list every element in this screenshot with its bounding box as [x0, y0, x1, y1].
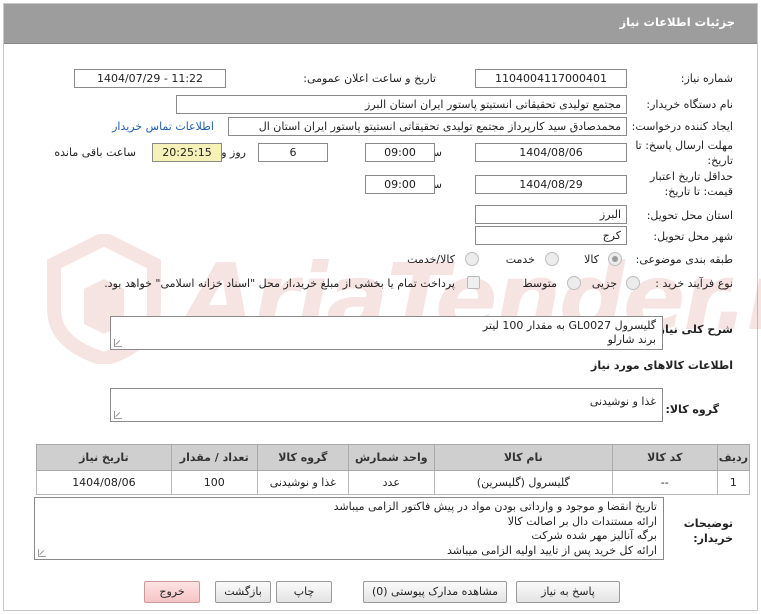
resize-grip-icon[interactable] [38, 549, 46, 557]
category-radio-service[interactable] [545, 252, 559, 266]
reply-button[interactable]: پاسخ به نیاز [516, 581, 620, 603]
header-bar: جزئیات اطلاعات نیاز [4, 4, 757, 44]
goods-group-textarea: غذا و نوشیدنی [110, 388, 663, 422]
treasury-payment-text: پرداخت تمام یا بخشی از مبلغ خرید،از محل … [104, 277, 455, 290]
col-header-unit: واحد شمارش [347, 444, 435, 471]
city-field: کرج [475, 226, 627, 245]
announce-field: 1404/07/29 - 11:22 [74, 69, 226, 88]
deadline-date-field: 1404/08/06 [475, 143, 627, 162]
col-header-date: تاریخ نیاز [36, 444, 172, 471]
deadline-label-2: تاریخ: [707, 154, 733, 167]
validity-label-2: قیمت: تا تاریخ: [664, 185, 733, 198]
notes-label-2: خریدار: [693, 532, 733, 545]
days-label: روز و [221, 146, 246, 159]
cell-group: غذا و نوشیدنی [256, 470, 349, 495]
goods-group-label: گروه کالا: [665, 403, 719, 416]
creator-label: ایجاد کننده درخواست: [631, 120, 733, 133]
days-field: 6 [258, 143, 328, 162]
buyer-field: مجتمع تولیدی تحقیقاتی انستیتو پاستور ایر… [176, 95, 627, 114]
cell-date: 1404/08/06 [36, 470, 172, 495]
cell-unit: عدد [347, 470, 435, 495]
need-number-label: شماره نیاز: [680, 72, 733, 85]
goods-group-value: غذا و نوشیدنی [589, 395, 656, 408]
summary-label: شرح کلی نیاز: [654, 323, 733, 336]
notes-line-1: تاریخ انقضا و موجود و وارداتی بودن مواد … [333, 500, 657, 513]
goods-table: ردیف کد کالا نام کالا واحد شمارش گروه کا… [36, 444, 751, 495]
process-radio-minor[interactable] [626, 276, 640, 290]
goods-section-title: اطلاعات کالاهای مورد نیاز [591, 359, 733, 372]
creator-field: محمدصادق سید کارپرداز مجتمع تولیدی تحقیق… [228, 117, 627, 136]
notes-label: توضیحات [683, 517, 733, 530]
category-option-service: خدمت [505, 253, 535, 266]
watermark: AriaTender.net [34, 234, 761, 374]
category-label: طبقه بندی موضوعی: [635, 253, 733, 266]
col-header-row-number: ردیف [716, 444, 751, 471]
province-field: البرز [475, 205, 627, 224]
resize-grip-icon[interactable] [114, 411, 122, 419]
summary-line-1: گلیسرول GL0027 به مقدار 100 لیتر [482, 319, 656, 332]
back-button[interactable]: بازگشت [215, 581, 271, 603]
category-option-both: کالا/خدمت [407, 253, 455, 266]
deadline-label: مهلت ارسال پاسخ: تا [635, 139, 733, 152]
notes-textarea: تاریخ انقضا و موجود و وارداتی بودن مواد … [34, 497, 664, 560]
process-label: نوع فرآیند خرید : [655, 277, 733, 290]
cell-code: -- [611, 470, 718, 495]
table-row[interactable]: 1 -- گلیسرول (گلیسرین) عدد غذا و نوشیدنی… [36, 470, 751, 495]
category-option-goods: کالا [584, 253, 599, 266]
exit-button[interactable]: خروج [144, 581, 200, 603]
col-header-name: نام کالا [433, 444, 613, 471]
notes-line-4: ارائه کل خرید پس از تایید اولیه الزامی م… [446, 543, 657, 557]
process-radio-medium[interactable] [567, 276, 581, 290]
deadline-time-field: 09:00 [365, 143, 435, 162]
table-header-row: ردیف کد کالا نام کالا واحد شمارش گروه کا… [36, 444, 751, 471]
cell-name: گلیسرول (گلیسرین) [433, 470, 613, 495]
process-option-medium: متوسط [522, 277, 557, 290]
validity-date-field: 1404/08/29 [475, 175, 627, 194]
col-header-quantity: تعداد / مقدار [170, 444, 258, 471]
province-label: استان محل تحویل: [646, 209, 733, 222]
validity-label: حداقل تاریخ اعتبار [649, 170, 733, 183]
attachments-button[interactable]: مشاهده مدارک پیوستی (0) [363, 581, 507, 603]
buyer-label: نام دستگاه خریدار: [646, 98, 733, 111]
notes-line-3: برگه آنالیز مهر شده شرکت [531, 529, 657, 542]
page-title: جزئیات اطلاعات نیاز [619, 15, 735, 29]
summary-textarea: گلیسرول GL0027 به مقدار 100 لیتر برند شا… [110, 316, 663, 350]
notes-line-2: ارائه مستندات دال بر اصالت کالا [507, 514, 657, 528]
announce-label: تاریخ و ساعت اعلان عمومی: [303, 72, 436, 85]
cell-quantity: 100 [170, 470, 258, 495]
page-frame: جزئیات اطلاعات نیاز AriaTender.net شماره… [3, 3, 761, 611]
col-header-code: کد کالا [611, 444, 718, 471]
validity-time-field: 09:00 [365, 175, 435, 194]
category-radio-both[interactable] [465, 252, 479, 266]
cell-row-number: 1 [716, 470, 751, 495]
process-option-minor: جزیی [591, 277, 617, 290]
summary-line-2: برند شارلو [607, 333, 656, 346]
remaining-label: ساعت باقی مانده [54, 146, 136, 159]
col-header-group: گروه کالا [256, 444, 349, 471]
contact-info-link[interactable]: اطلاعات تماس خریدار [112, 120, 214, 133]
treasury-checkbox[interactable] [467, 276, 480, 289]
print-button[interactable]: چاپ [276, 581, 332, 603]
resize-grip-icon[interactable] [114, 339, 122, 347]
remaining-time-field: 20:25:15 [152, 143, 222, 162]
category-radio-goods[interactable] [608, 252, 622, 266]
city-label: شهر محل تحویل: [653, 230, 733, 243]
need-number-field: 1104004117000401 [475, 69, 627, 88]
